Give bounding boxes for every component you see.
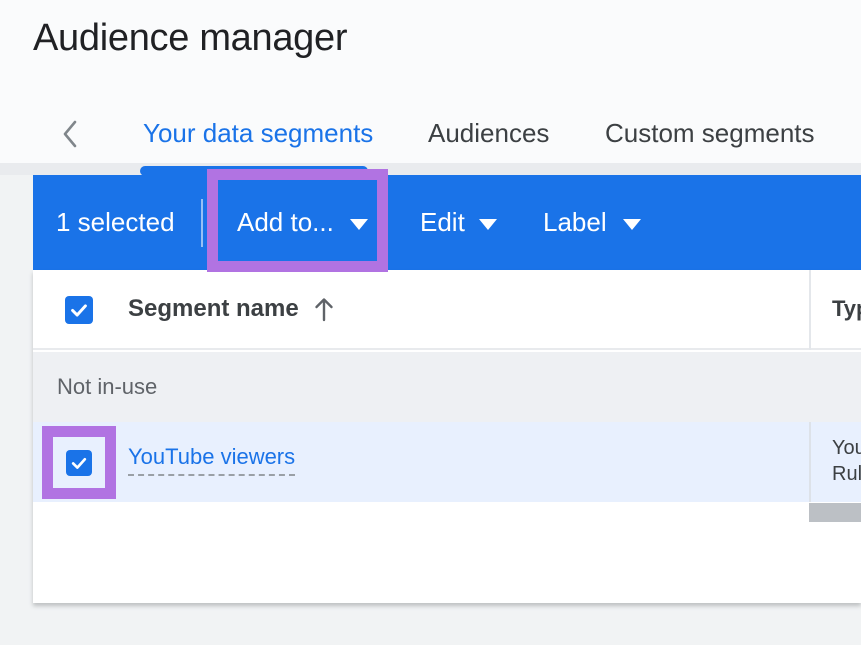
tabs-scroll-left-button[interactable] xyxy=(56,116,84,152)
selection-count-label: 1 selected xyxy=(56,175,175,270)
selection-action-bar: 1 selected Add to... Edit Label xyxy=(33,175,861,270)
horizontal-scrollbar-thumb[interactable] xyxy=(809,503,861,522)
section-label: Not in-use xyxy=(57,352,157,422)
edit-button[interactable]: Edit xyxy=(420,175,497,270)
dropdown-caret-icon xyxy=(479,219,497,230)
tab-audiences[interactable]: Audiences xyxy=(428,114,549,152)
tab-your-data-segments[interactable]: Your data segments xyxy=(143,114,373,152)
dropdown-caret-icon xyxy=(623,219,641,230)
row-type-line2: Rule xyxy=(832,461,861,487)
page-title: Audience manager xyxy=(33,16,347,60)
add-to-button-label: Add to... xyxy=(237,207,334,238)
dropdown-caret-icon xyxy=(350,219,368,230)
checkmark-icon xyxy=(69,453,89,473)
edit-button-label: Edit xyxy=(420,207,465,238)
column-divider xyxy=(809,422,811,502)
add-to-button[interactable]: Add to... xyxy=(237,175,368,270)
section-band-not-in-use: Not in-use xyxy=(33,352,861,422)
checkmark-icon xyxy=(68,299,90,321)
select-all-checkbox[interactable] xyxy=(65,296,93,324)
label-button[interactable]: Label xyxy=(543,175,641,270)
tab-strip-divider-band xyxy=(0,163,861,175)
sort-ascending-icon xyxy=(311,295,337,323)
row-type-cell: YouT Rule xyxy=(832,435,861,487)
label-button-label: Label xyxy=(543,207,607,238)
chevron-left-icon xyxy=(59,118,81,150)
column-header-type: Type xyxy=(832,270,861,348)
action-bar-divider xyxy=(201,199,203,247)
top-section: Audience manager Your data segments Audi… xyxy=(0,0,861,163)
column-header-segment-name[interactable]: Segment name xyxy=(128,270,337,348)
row-type-line1: YouT xyxy=(832,435,861,461)
segment-name-link[interactable]: YouTube viewers xyxy=(128,444,295,476)
tab-custom-segments[interactable]: Custom segments xyxy=(605,114,815,152)
column-divider xyxy=(809,270,811,350)
segment-name-column-label: Segment name xyxy=(128,295,299,323)
segments-table-card: Segment name Type Not in-use YouTube vie… xyxy=(33,270,861,603)
table-header-row: Segment name Type xyxy=(33,270,861,350)
table-row-youtube-viewers[interactable]: YouTube viewers YouT Rule xyxy=(33,422,861,502)
row-checkbox[interactable] xyxy=(66,450,92,476)
